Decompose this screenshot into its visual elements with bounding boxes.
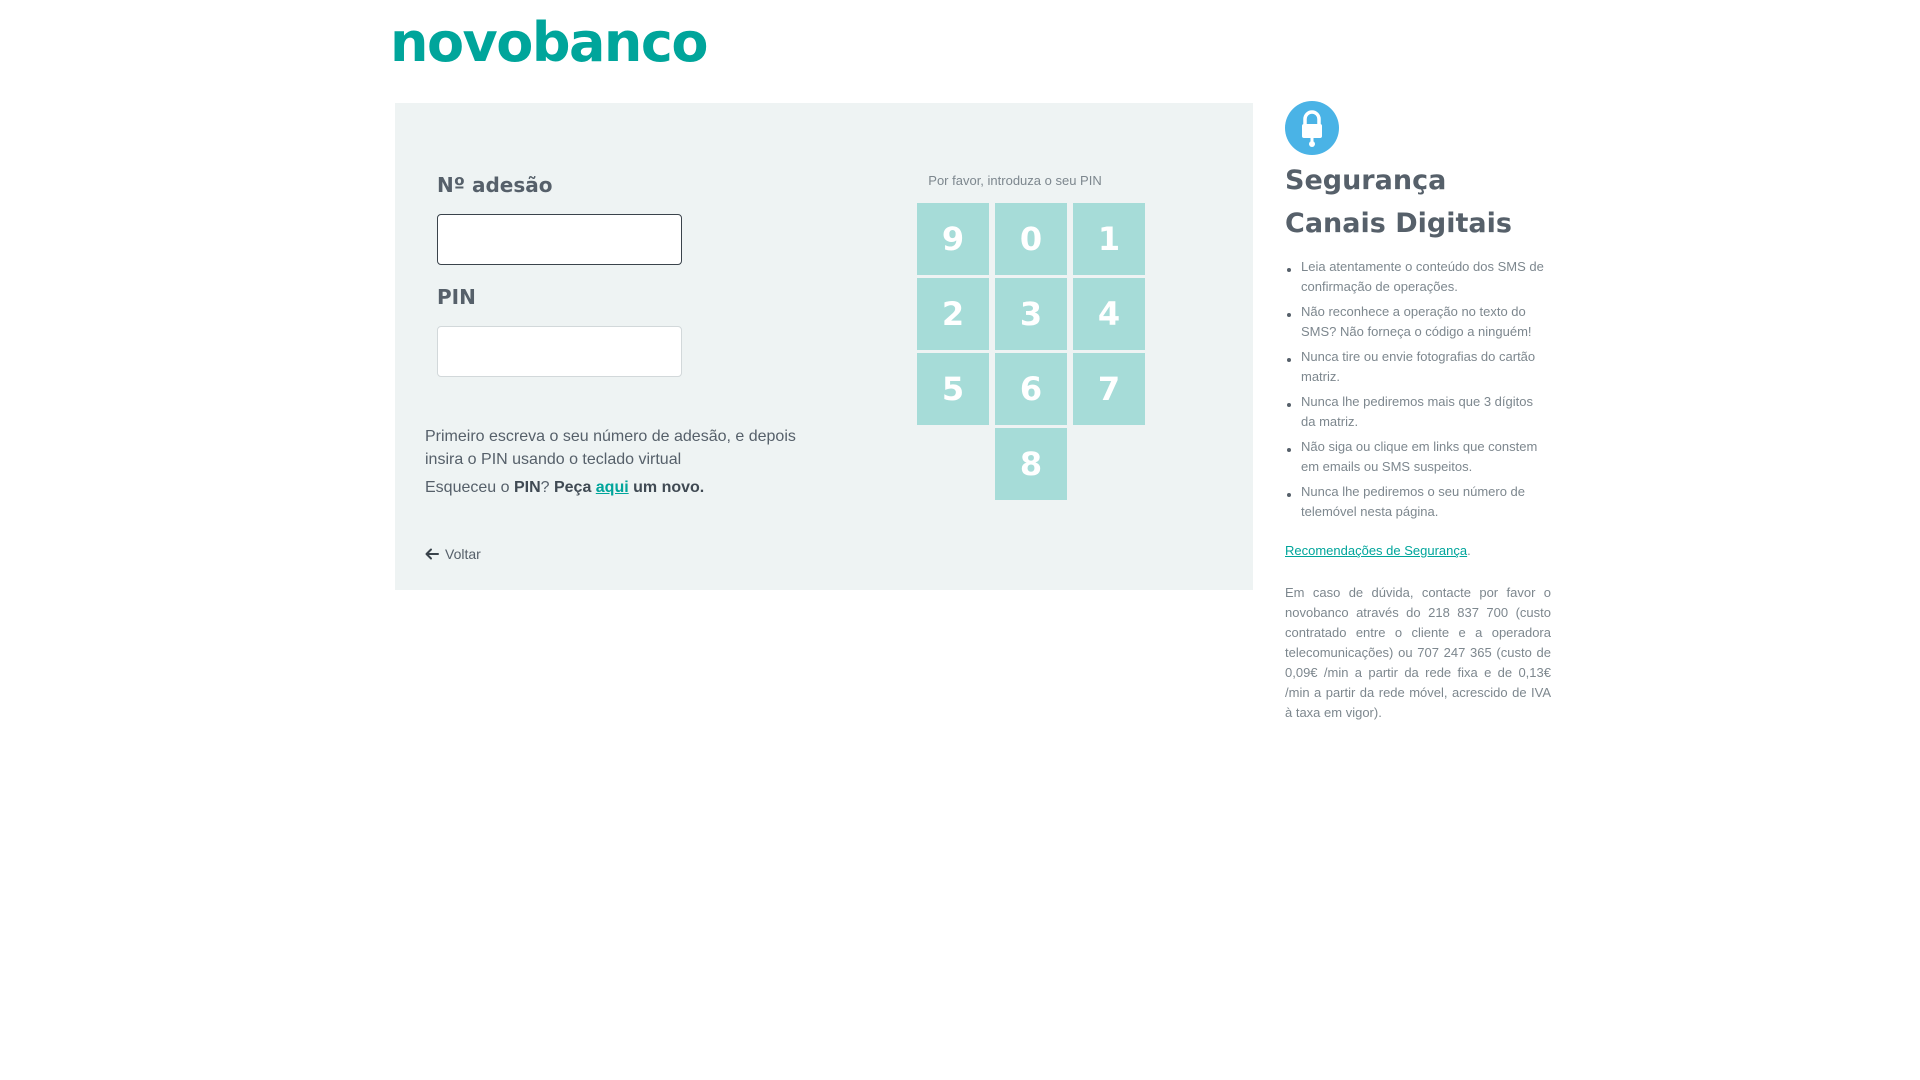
- forgot-question: ?: [540, 479, 554, 496]
- keypad-key[interactable]: 5: [917, 353, 989, 425]
- keypad-prompt: Por favor, introduza o seu PIN: [928, 173, 1102, 188]
- adesao-input[interactable]: [437, 214, 682, 265]
- novobanco-logo[interactable]: novobanco: [390, 16, 709, 70]
- forgot-pin-link[interactable]: aqui: [596, 479, 629, 496]
- security-recommendations-link[interactable]: Recomendações de Segurança: [1285, 543, 1467, 558]
- login-instructions: Primeiro escreva o seu número de adesão,…: [425, 428, 796, 468]
- lock-icon: [1285, 101, 1339, 155]
- keypad-key[interactable]: 1: [1073, 203, 1145, 275]
- security-tip: Nunca tire ou envie fotografias do cartã…: [1285, 347, 1551, 387]
- contact-info: Em caso de dúvida, contacte por favor o …: [1285, 585, 1551, 720]
- keypad-key[interactable]: 0: [995, 203, 1067, 275]
- forgot-pin-text: Esqueceu o PIN? Peça aqui um novo.: [425, 479, 704, 497]
- recommendations-period: .: [1467, 543, 1471, 558]
- pin-input[interactable]: [437, 326, 682, 377]
- security-tip: Não reconhece a operação no texto do SMS…: [1285, 302, 1551, 342]
- back-link[interactable]: Voltar: [425, 546, 481, 562]
- adesao-label: Nº adesão: [437, 173, 553, 197]
- forgot-peca: Peça: [553, 479, 596, 496]
- security-tip: Nunca lhe pediremos o seu número de tele…: [1285, 482, 1551, 522]
- forgot-suffix: um novo.: [628, 479, 705, 496]
- security-title: Segurança Canais Digitais: [1285, 165, 1512, 239]
- keypad-key[interactable]: 8: [995, 428, 1067, 500]
- security-tip: Nunca lhe pediremos mais que 3 dígitos d…: [1285, 392, 1551, 432]
- keypad-key[interactable]: 7: [1073, 353, 1145, 425]
- pin-label: PIN: [437, 285, 476, 309]
- keypad-key[interactable]: 3: [995, 278, 1067, 350]
- security-tip: Não siga ou clique em links que constem …: [1285, 437, 1551, 477]
- security-tip: Leia atentamente o conteúdo dos SMS de c…: [1285, 257, 1551, 297]
- security-tips-list: Leia atentamente o conteúdo dos SMS de c…: [1285, 257, 1551, 522]
- forgot-pin-word: PIN: [513, 479, 541, 496]
- keypad-key[interactable]: 4: [1073, 278, 1145, 350]
- arrow-left-icon: [425, 548, 439, 560]
- virtual-keypad: 9 0 1 2 3 4 5 6 7 8: [917, 203, 1147, 503]
- forgot-prefix: Esqueceu o: [425, 479, 514, 496]
- keypad-key[interactable]: 9: [917, 203, 989, 275]
- login-panel: Nº adesão PIN Primeiro escreva o seu núm…: [395, 103, 1253, 590]
- back-label: Voltar: [445, 546, 481, 562]
- keypad-key[interactable]: 2: [917, 278, 989, 350]
- security-panel: Segurança Canais Digitais Leia atentamen…: [1285, 101, 1551, 723]
- keypad-key[interactable]: 6: [995, 353, 1067, 425]
